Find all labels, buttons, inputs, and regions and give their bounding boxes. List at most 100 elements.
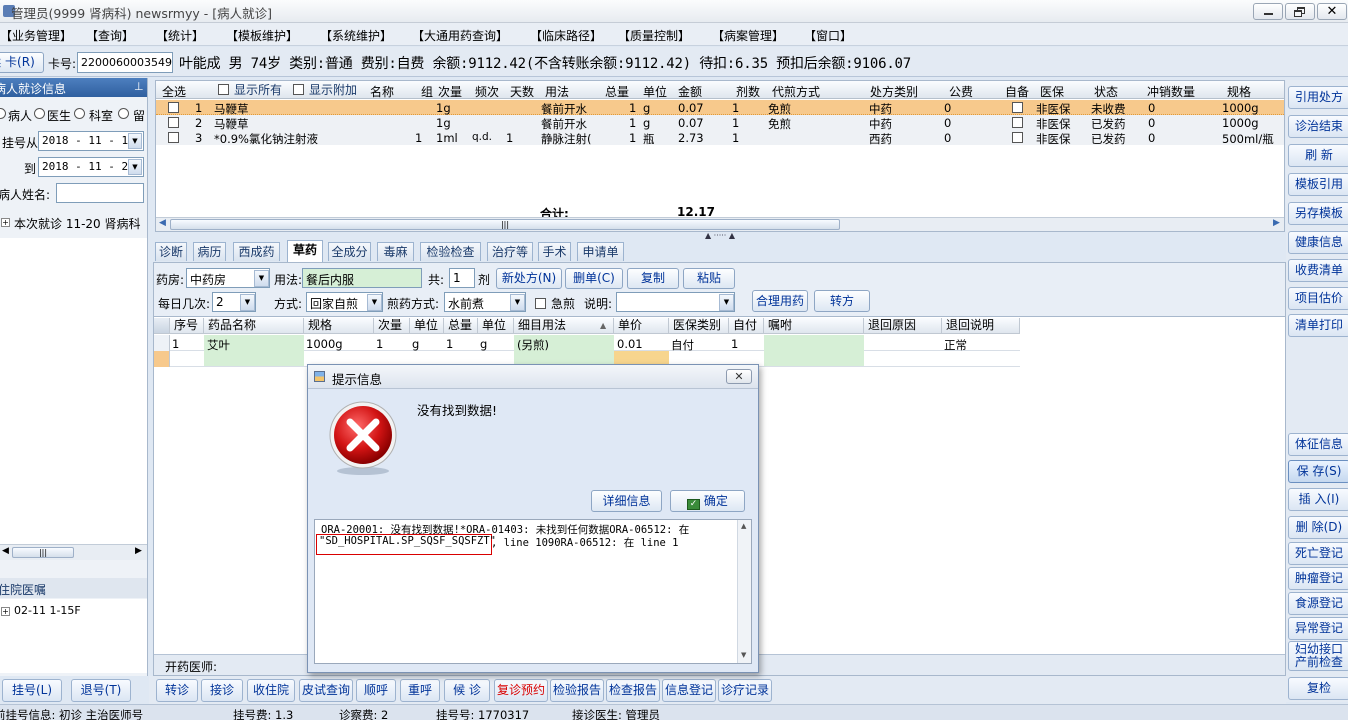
death-register-button[interactable]: 死亡登记 bbox=[1288, 542, 1348, 565]
row-self-checkbox[interactable] bbox=[1012, 117, 1023, 128]
menu-item-system[interactable]: 【系统维护】 bbox=[320, 27, 392, 44]
show-extra-checkbox[interactable] bbox=[293, 84, 304, 95]
scroll-left-icon[interactable]: ◀ bbox=[2, 546, 9, 556]
tab-western-medicine[interactable]: 西成药 bbox=[233, 242, 280, 261]
menu-item-query[interactable]: 【查询】 bbox=[86, 27, 134, 44]
save-template-button[interactable]: 另存模板 bbox=[1288, 202, 1348, 225]
error-details-box[interactable]: ORA-20001: 没有找到数据!*ORA-01403: 未找到任何数据ORA… bbox=[314, 519, 752, 664]
charge-list-button[interactable]: 收费清单 bbox=[1288, 259, 1348, 282]
menu-item-records[interactable]: 【病案管理】 bbox=[712, 27, 784, 44]
note-select[interactable] bbox=[616, 292, 735, 312]
row-checkbox[interactable] bbox=[168, 132, 179, 143]
minimize-button[interactable] bbox=[1253, 3, 1283, 20]
scroll-down-icon[interactable]: ▼ bbox=[741, 651, 746, 659]
details-v-scrollbar[interactable]: ▲ ▼ bbox=[737, 520, 751, 663]
details-button[interactable]: 详细信息 bbox=[591, 490, 662, 512]
receive-button[interactable]: 接诊 bbox=[201, 679, 243, 702]
close-button[interactable]: ✕ bbox=[1317, 3, 1347, 20]
tab-application[interactable]: 申请单 bbox=[577, 242, 624, 261]
tree-item-current-visit[interactable]: 本次就诊 11-20 肾病科 bbox=[14, 215, 141, 232]
save-button[interactable]: 保 存(S) bbox=[1288, 460, 1348, 483]
menu-item-pathway[interactable]: 【临床路径】 bbox=[530, 27, 602, 44]
delete-prescription-button[interactable]: 删单(C) bbox=[565, 268, 623, 289]
health-info-button[interactable]: 健康信息 bbox=[1288, 231, 1348, 254]
scroll-thumb[interactable]: ||| bbox=[170, 219, 840, 230]
tab-surgery[interactable]: 手术 bbox=[538, 242, 571, 261]
exam-report-button[interactable]: 检查报告 bbox=[606, 679, 660, 702]
tumor-register-button[interactable]: 肿瘤登记 bbox=[1288, 567, 1348, 590]
call-next-button[interactable]: 顺呼 bbox=[356, 679, 396, 702]
patient-name-input[interactable] bbox=[56, 183, 144, 203]
tab-treatment[interactable]: 治疗等 bbox=[487, 242, 533, 261]
left-h-scrollbar[interactable]: ◀ ||| ▶ bbox=[0, 544, 147, 560]
info-register-button[interactable]: 信息登记 bbox=[662, 679, 716, 702]
maternal-interface-button[interactable]: 妇幼接口 产前检查 bbox=[1288, 641, 1348, 671]
row-self-checkbox[interactable] bbox=[1012, 132, 1023, 143]
restore-button[interactable] bbox=[1285, 3, 1315, 20]
daily-times-dropdown[interactable]: ▼ bbox=[240, 294, 255, 311]
unregister-button[interactable]: 退号(T) bbox=[71, 679, 131, 702]
card-number-input[interactable]: 220006000354938 bbox=[77, 52, 173, 73]
top-grid-h-scrollbar[interactable]: ◀ ||| ▶ bbox=[156, 217, 1284, 231]
radio-stay[interactable] bbox=[118, 108, 129, 119]
menu-item-template[interactable]: 【模板维护】 bbox=[226, 27, 298, 44]
method-dropdown[interactable]: ▼ bbox=[367, 294, 382, 311]
scroll-left-icon[interactable]: ◀ bbox=[159, 218, 166, 228]
follow-up-booking-button[interactable]: 复诊预约 bbox=[494, 679, 548, 702]
waiting-button[interactable]: 候 诊 bbox=[444, 679, 490, 702]
paste-button[interactable]: 粘贴 bbox=[683, 268, 735, 289]
lab-report-button[interactable]: 检验报告 bbox=[550, 679, 604, 702]
transfer-button[interactable]: 转诊 bbox=[156, 679, 198, 702]
tab-medical-record[interactable]: 病历 bbox=[193, 242, 226, 261]
pin-icon[interactable]: ⊥ bbox=[134, 80, 144, 93]
decoct-method-dropdown[interactable]: ▼ bbox=[510, 294, 525, 311]
recheck-button[interactable]: 复检 bbox=[1288, 677, 1348, 700]
menu-item-quality[interactable]: 【质量控制】 bbox=[618, 27, 690, 44]
menu-item-stats[interactable]: 【统计】 bbox=[156, 27, 204, 44]
tab-herbal[interactable]: 草药 bbox=[287, 240, 323, 262]
urgent-checkbox[interactable] bbox=[535, 298, 546, 309]
scroll-thumb[interactable]: ||| bbox=[12, 547, 74, 558]
inpatient-expander[interactable]: + bbox=[1, 607, 10, 616]
copy-button[interactable]: 复制 bbox=[627, 268, 679, 289]
ok-button[interactable]: ✓ 确定 bbox=[670, 490, 745, 512]
to-date-dropdown[interactable]: ▼ bbox=[128, 159, 142, 175]
menu-item-window[interactable]: 【窗口】 bbox=[804, 27, 852, 44]
print-list-button[interactable]: 清单打印 bbox=[1288, 314, 1348, 337]
refresh-button[interactable]: 刷 新 bbox=[1288, 144, 1348, 167]
select-all-label[interactable]: 全选 bbox=[162, 83, 186, 100]
scroll-right-icon[interactable]: ▶ bbox=[1273, 218, 1280, 228]
menu-item-business[interactable]: 【业务管理】 bbox=[0, 27, 72, 44]
radio-dept[interactable] bbox=[74, 108, 85, 119]
splitter-handle[interactable]: ▲ ····· ▲ bbox=[690, 232, 750, 240]
tab-lab-exam[interactable]: 检验检查 bbox=[420, 242, 481, 261]
foodborne-register-button[interactable]: 食源登记 bbox=[1288, 592, 1348, 615]
row-checkbox[interactable] bbox=[168, 102, 179, 113]
radio-patient[interactable] bbox=[0, 108, 6, 119]
skin-test-query-button[interactable]: 皮试查询 bbox=[299, 679, 353, 702]
usage-input[interactable]: 餐后内服 bbox=[302, 268, 422, 288]
quote-prescription-button[interactable]: 引用处方 bbox=[1288, 86, 1348, 109]
tree-expander[interactable]: + bbox=[1, 218, 10, 227]
delete-button[interactable]: 删 除(D) bbox=[1288, 516, 1348, 539]
row-self-checkbox[interactable] bbox=[1012, 102, 1023, 113]
insert-button[interactable]: 插 入(I) bbox=[1288, 488, 1348, 511]
tab-narcotics[interactable]: 毒麻 bbox=[377, 242, 414, 261]
vital-signs-button[interactable]: 体征信息 bbox=[1288, 433, 1348, 456]
pharmacy-dropdown[interactable]: ▼ bbox=[254, 270, 269, 287]
from-date-dropdown[interactable]: ▼ bbox=[128, 133, 142, 149]
rational-drug-button[interactable]: 合理用药 bbox=[752, 290, 808, 312]
tab-diagnosis[interactable]: 诊断 bbox=[155, 242, 187, 261]
menu-item-drug-query[interactable]: 【大通用药查询】 bbox=[412, 27, 508, 44]
transfer-prescription-button[interactable]: 转方 bbox=[814, 290, 870, 312]
radio-doctor[interactable] bbox=[34, 108, 45, 119]
note-dropdown[interactable]: ▼ bbox=[719, 294, 734, 311]
abnormal-register-button[interactable]: 异常登记 bbox=[1288, 617, 1348, 640]
total-packs-input[interactable]: 1 bbox=[449, 268, 475, 288]
scroll-up-icon[interactable]: ▲ bbox=[741, 522, 746, 530]
read-card-button[interactable]: 读 卡(R) bbox=[0, 52, 44, 73]
row-checkbox[interactable] bbox=[168, 117, 179, 128]
treatment-record-button[interactable]: 诊疗记录 bbox=[718, 679, 772, 702]
register-button[interactable]: 挂号(L) bbox=[2, 679, 62, 702]
tab-full-component[interactable]: 全成分 bbox=[328, 242, 371, 261]
